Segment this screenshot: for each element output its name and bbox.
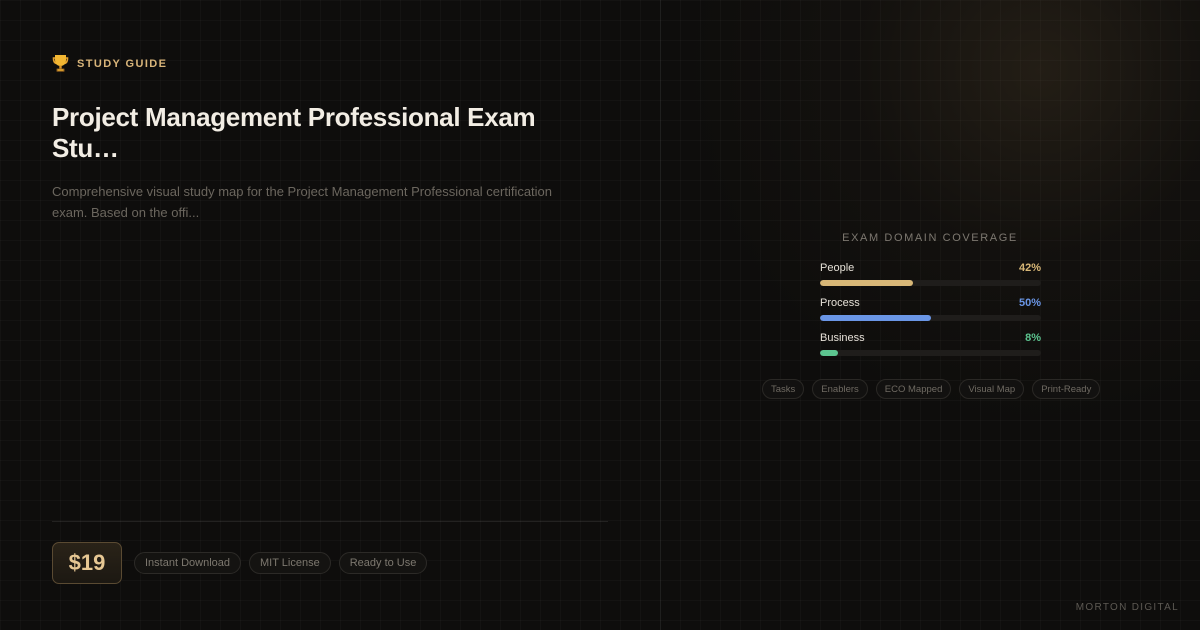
domain-name: Process [820, 297, 860, 309]
domain-row-process: Process 50% [820, 297, 1041, 332]
progress-track [820, 280, 1041, 286]
coverage-heading: EXAM DOMAIN COVERAGE [842, 232, 1018, 244]
domain-row-people: People 42% [820, 262, 1041, 297]
tag-print-ready: Print-Ready [1032, 379, 1101, 399]
feature-pill-license: MIT License [249, 552, 331, 574]
feature-pill-ready-to-use: Ready to Use [338, 552, 428, 574]
product-description: Comprehensive visual study map for the P… [52, 184, 553, 220]
tag-row: Tasks Enablers ECO Mapped Visual Map Pri… [762, 379, 1101, 399]
domain-percent: 42% [1018, 262, 1041, 274]
brand-name: MORTON DIGITAL [1075, 602, 1179, 613]
price-badge: $19 [52, 542, 122, 584]
domain-name: Business [820, 332, 865, 344]
panel-divider [660, 0, 661, 630]
tag-visual-map: Visual Map [959, 379, 1025, 399]
eyebrow-label: STUDY GUIDE [77, 57, 168, 70]
progress-fill-people [820, 280, 913, 286]
domain-coverage-list: People 42% Process 50% Business 8% [820, 262, 1041, 367]
eyebrow: STUDY GUIDE [52, 54, 167, 73]
footer-divider [52, 521, 608, 522]
progress-fill-process [820, 315, 931, 321]
tag-tasks: Tasks [762, 379, 805, 399]
trophy-icon [52, 54, 69, 73]
feature-pill-instant-download: Instant Download [134, 552, 241, 574]
domain-percent: 50% [1018, 297, 1041, 309]
domain-name: People [820, 262, 855, 274]
tag-eco-mapped: ECO Mapped [875, 379, 952, 399]
footer-row: $19 Instant Download MIT License Ready t… [52, 542, 428, 584]
progress-track [820, 350, 1041, 356]
tag-enablers: Enablers [812, 379, 868, 399]
progress-fill-business [820, 350, 838, 356]
domain-percent: 8% [1025, 332, 1041, 344]
domain-row-business: Business 8% [820, 332, 1041, 367]
progress-track [820, 315, 1041, 321]
page-title: Project Management Professional Exam Stu… [52, 102, 536, 163]
